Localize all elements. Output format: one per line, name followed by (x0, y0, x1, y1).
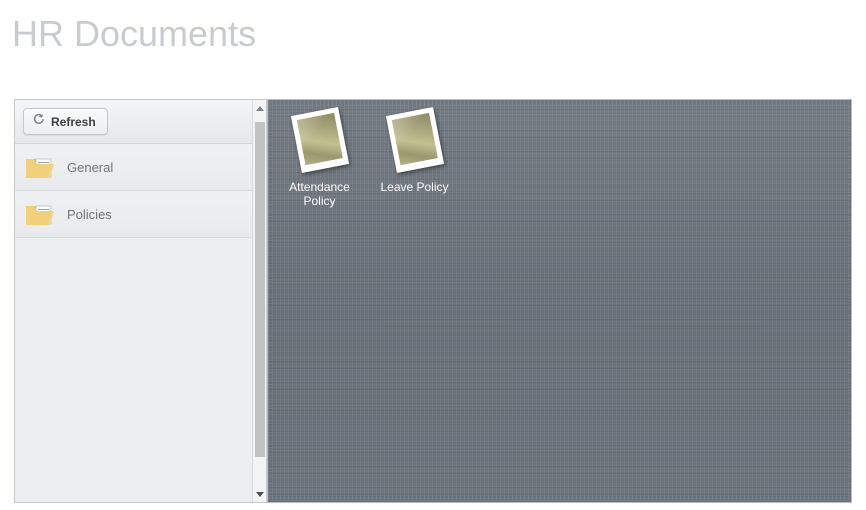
triangle-down-icon (255, 491, 264, 497)
folder-list: General Policies (15, 144, 252, 502)
document-thumbnail (375, 106, 455, 176)
document-thumbnail (280, 106, 360, 176)
sidebar-item-label: Policies (67, 206, 112, 222)
refresh-button-label: Refresh (51, 114, 96, 129)
refresh-button[interactable]: Refresh (23, 108, 108, 135)
document-view-panel: Attendance Policy Leave Policy (267, 99, 852, 503)
sidebar-toolbar: Refresh (15, 100, 252, 144)
folder-document-icon (25, 201, 55, 227)
scrollbar-thumb[interactable] (255, 122, 265, 457)
triangle-up-icon (255, 105, 264, 111)
workspace: Refresh General Policies Attendance Poli… (14, 99, 852, 503)
folder-list-empty-area (15, 238, 252, 502)
document-label: Leave Policy (380, 180, 449, 194)
document-folders-sidebar: Refresh General Policies (14, 99, 267, 503)
scroll-up-button[interactable] (253, 100, 266, 116)
document-label: Attendance Policy (289, 180, 350, 208)
document-item[interactable]: Leave Policy (367, 104, 462, 208)
folder-document-icon (25, 154, 55, 180)
refresh-circular-arrow-icon (32, 113, 45, 131)
sidebar-scrollbar[interactable] (252, 100, 266, 502)
sidebar-item-general[interactable]: General (15, 144, 252, 191)
sidebar-item-label: General (67, 159, 114, 175)
page-title: HR Documents (12, 13, 257, 54)
scroll-down-button[interactable] (253, 486, 266, 502)
document-item[interactable]: Attendance Policy (272, 104, 367, 208)
document-grid: Attendance Policy Leave Policy (272, 104, 847, 208)
sidebar-item-policies[interactable]: Policies (15, 191, 252, 238)
